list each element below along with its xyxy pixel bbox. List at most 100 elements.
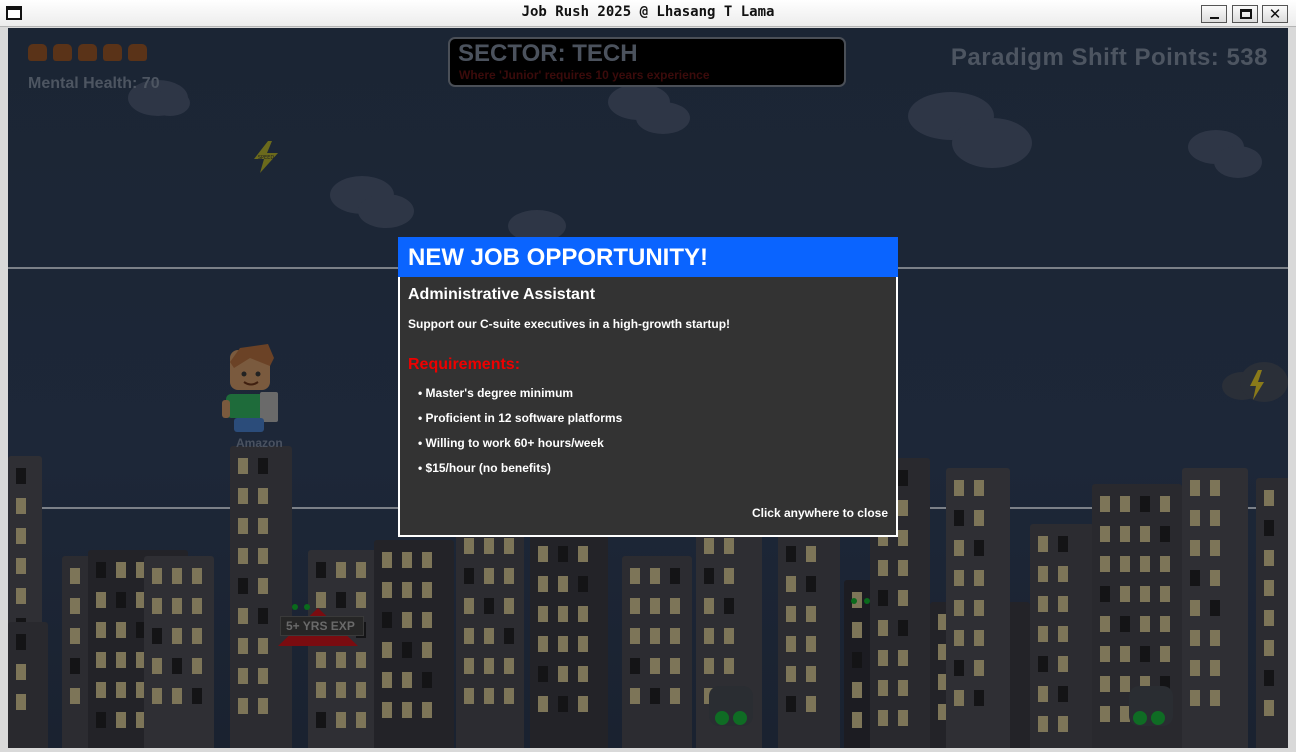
building-window (1210, 570, 1220, 586)
building-window (484, 568, 494, 584)
building-window (898, 680, 908, 696)
building-window (878, 650, 888, 666)
building-window (898, 710, 908, 726)
building-window (484, 598, 494, 614)
building-window (1264, 610, 1274, 626)
building-window (464, 628, 474, 644)
building-window (1210, 630, 1220, 646)
building-window (670, 568, 680, 584)
building-window (172, 598, 182, 614)
building-window (974, 570, 984, 586)
building-window (16, 468, 26, 484)
building-window (16, 558, 26, 574)
creature-eye (1151, 711, 1165, 725)
creature-eye (851, 598, 857, 604)
building-window (1190, 540, 1200, 556)
building-window (878, 590, 888, 606)
building-window (1120, 616, 1130, 632)
building-window (96, 622, 106, 638)
building-window (1264, 640, 1274, 656)
building (622, 556, 692, 748)
building-window (954, 690, 964, 706)
building-window (116, 592, 126, 608)
building-window (650, 628, 660, 644)
building-window (258, 518, 268, 534)
building-window (630, 688, 640, 704)
maximize-icon (1240, 9, 1252, 19)
building-window (1160, 496, 1170, 512)
building-window (1058, 656, 1068, 672)
sector-subtitle: Where 'Junior' requires 10 years experie… (459, 68, 710, 82)
building-window (578, 576, 588, 592)
building-window (1210, 480, 1220, 496)
building-window (806, 696, 816, 712)
building-window (1264, 580, 1274, 596)
building-window (724, 628, 734, 644)
building-window (1100, 556, 1110, 572)
building-window (336, 562, 346, 578)
building-window (422, 582, 432, 598)
building-window (898, 620, 908, 636)
building-window (336, 712, 346, 728)
building-window (1038, 566, 1048, 582)
building-window (852, 682, 862, 698)
building-window (504, 688, 514, 704)
building-window (238, 668, 248, 684)
building-window (402, 582, 412, 598)
building-window (806, 606, 816, 622)
building-window (704, 598, 714, 614)
cloud (952, 118, 1032, 168)
life-heart-icon (53, 44, 72, 61)
building-window (70, 598, 80, 614)
dialog-header: NEW JOB OPPORTUNITY! (398, 237, 898, 277)
building-window (238, 608, 248, 624)
building-window (650, 598, 660, 614)
building-window (852, 652, 862, 668)
building (1182, 468, 1248, 748)
building-window (724, 568, 734, 584)
creature-eye (1133, 711, 1147, 725)
life-heart-icon (28, 44, 47, 61)
building-window (1038, 656, 1048, 672)
building-window (786, 696, 796, 712)
building-window (538, 696, 548, 712)
building-window (1120, 556, 1130, 572)
creature-eye (304, 604, 310, 610)
minimize-button[interactable] (1201, 5, 1227, 23)
speed-powerup-icon: SPEED (250, 141, 282, 177)
building-window (786, 576, 796, 592)
window-titlebar[interactable]: Job Rush 2025 @ Lhasang T Lama ✕ (0, 0, 1296, 27)
building-window (1190, 600, 1200, 616)
building-window (704, 628, 714, 644)
building-window (1210, 690, 1220, 706)
building-window (1100, 496, 1110, 512)
building-window (1210, 660, 1220, 676)
building-window (258, 698, 268, 714)
building-window (974, 600, 984, 616)
creature-eye (292, 604, 298, 610)
close-button[interactable]: ✕ (1262, 5, 1288, 23)
cloud (636, 102, 690, 134)
building-window (1058, 536, 1068, 552)
building-window (464, 538, 474, 554)
maximize-button[interactable] (1232, 5, 1258, 23)
building-window (336, 682, 346, 698)
requirements-heading: Requirements: (408, 356, 521, 373)
building-window (1210, 510, 1220, 526)
close-hint[interactable]: Click anywhere to close (752, 506, 888, 520)
player-company-label: Amazon (236, 436, 283, 450)
building-window (1264, 520, 1274, 536)
building-window (852, 622, 862, 638)
building-window (116, 682, 126, 698)
building-window (1160, 616, 1170, 632)
building (144, 556, 214, 748)
building-window (954, 480, 964, 496)
job-offer-dialog[interactable]: NEW JOB OPPORTUNITY! Administrative Assi… (398, 237, 898, 537)
building-window (538, 636, 548, 652)
building-window (356, 562, 366, 578)
storm-cloud-icon (1220, 360, 1288, 408)
life-heart-icon (78, 44, 97, 61)
building-window (806, 546, 816, 562)
building-window (258, 488, 268, 504)
building-window (258, 458, 268, 474)
